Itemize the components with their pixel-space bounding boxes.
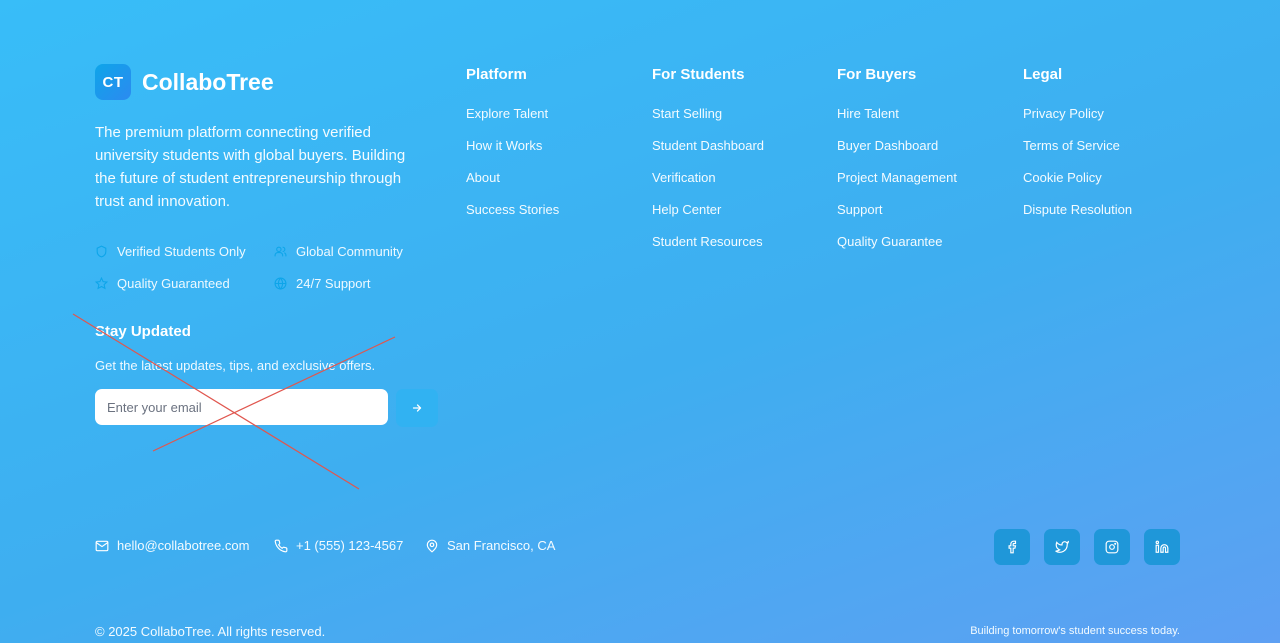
contact-location-text: San Francisco, CA bbox=[447, 538, 556, 553]
column-title: Legal bbox=[1023, 66, 1063, 83]
link-verification[interactable]: Verification bbox=[652, 162, 764, 194]
contact-phone[interactable]: +1 (555) 123-4567 bbox=[274, 538, 403, 553]
brand-logo[interactable]: CT CollaboTree bbox=[95, 64, 274, 100]
newsletter-title: Stay Updated bbox=[95, 323, 191, 340]
link-privacy-policy[interactable]: Privacy Policy bbox=[1023, 98, 1132, 130]
link-support[interactable]: Support bbox=[837, 194, 957, 226]
twitter-icon bbox=[1055, 540, 1069, 553]
link-hire-talent[interactable]: Hire Talent bbox=[837, 98, 957, 130]
footer-slogan: Building tomorrow's student success toda… bbox=[970, 625, 1180, 637]
feature-label: Verified Students Only bbox=[117, 244, 246, 259]
link-buyer-dashboard[interactable]: Buyer Dashboard bbox=[837, 130, 957, 162]
instagram-icon bbox=[1105, 540, 1119, 554]
feature-label: Quality Guaranteed bbox=[117, 276, 230, 291]
brand-tagline: The premium platform connecting verified… bbox=[95, 124, 406, 210]
shield-icon bbox=[96, 245, 107, 258]
feature-community: Global Community bbox=[274, 244, 403, 259]
logo-mark: CT bbox=[95, 64, 131, 100]
link-about[interactable]: About bbox=[466, 162, 559, 194]
subscribe-button[interactable] bbox=[396, 389, 438, 427]
link-student-resources[interactable]: Student Resources bbox=[652, 226, 764, 258]
star-icon bbox=[95, 277, 108, 290]
link-cookie-policy[interactable]: Cookie Policy bbox=[1023, 162, 1132, 194]
facebook-button[interactable] bbox=[994, 529, 1030, 565]
map-pin-icon bbox=[426, 539, 438, 553]
contact-location: San Francisco, CA bbox=[425, 538, 555, 553]
link-help-center[interactable]: Help Center bbox=[652, 194, 764, 226]
instagram-button[interactable] bbox=[1094, 529, 1130, 565]
contact-email[interactable]: hello@collabotree.com bbox=[95, 538, 249, 553]
newsletter-description: Get the latest updates, tips, and exclus… bbox=[95, 358, 376, 373]
mail-icon bbox=[95, 540, 109, 551]
column-title: For Students bbox=[652, 66, 745, 83]
feature-label: 24/7 Support bbox=[296, 276, 371, 291]
phone-icon bbox=[274, 539, 288, 552]
feature-label: Global Community bbox=[296, 244, 403, 259]
column-for-students: For Students Start Selling Student Dashb… bbox=[652, 66, 764, 258]
link-explore-talent[interactable]: Explore Talent bbox=[466, 98, 559, 130]
linkedin-button[interactable] bbox=[1144, 529, 1180, 565]
column-title: Platform bbox=[466, 66, 527, 83]
arrow-right-icon bbox=[412, 404, 422, 412]
column-legal: Legal Privacy Policy Terms of Service Co… bbox=[1023, 66, 1132, 226]
column-for-buyers: For Buyers Hire Talent Buyer Dashboard P… bbox=[837, 66, 957, 258]
link-dispute-resolution[interactable]: Dispute Resolution bbox=[1023, 194, 1132, 226]
link-terms-of-service[interactable]: Terms of Service bbox=[1023, 130, 1132, 162]
link-success-stories[interactable]: Success Stories bbox=[466, 194, 559, 226]
link-how-it-works[interactable]: How it Works bbox=[466, 130, 559, 162]
link-project-management[interactable]: Project Management bbox=[837, 162, 957, 194]
feature-support: 24/7 Support bbox=[274, 276, 370, 291]
twitter-button[interactable] bbox=[1044, 529, 1080, 565]
linkedin-icon bbox=[1155, 540, 1169, 553]
copyright-text: © 2025 CollaboTree. All rights reserved. bbox=[95, 624, 326, 639]
facebook-icon bbox=[1008, 540, 1017, 554]
brand-name: CollaboTree bbox=[142, 68, 274, 95]
globe-icon bbox=[274, 277, 287, 290]
email-input[interactable] bbox=[95, 389, 388, 425]
feature-quality: Quality Guaranteed bbox=[95, 276, 230, 291]
column-title: For Buyers bbox=[837, 66, 917, 83]
link-start-selling[interactable]: Start Selling bbox=[652, 98, 764, 130]
column-platform: Platform Explore Talent How it Works Abo… bbox=[466, 66, 559, 226]
link-quality-guarantee[interactable]: Quality Guarantee bbox=[837, 226, 957, 258]
contact-phone-text: +1 (555) 123-4567 bbox=[296, 538, 404, 553]
feature-verified: Verified Students Only bbox=[95, 244, 246, 259]
link-student-dashboard[interactable]: Student Dashboard bbox=[652, 130, 764, 162]
contact-email-text: hello@collabotree.com bbox=[117, 538, 250, 553]
users-icon bbox=[274, 246, 287, 257]
